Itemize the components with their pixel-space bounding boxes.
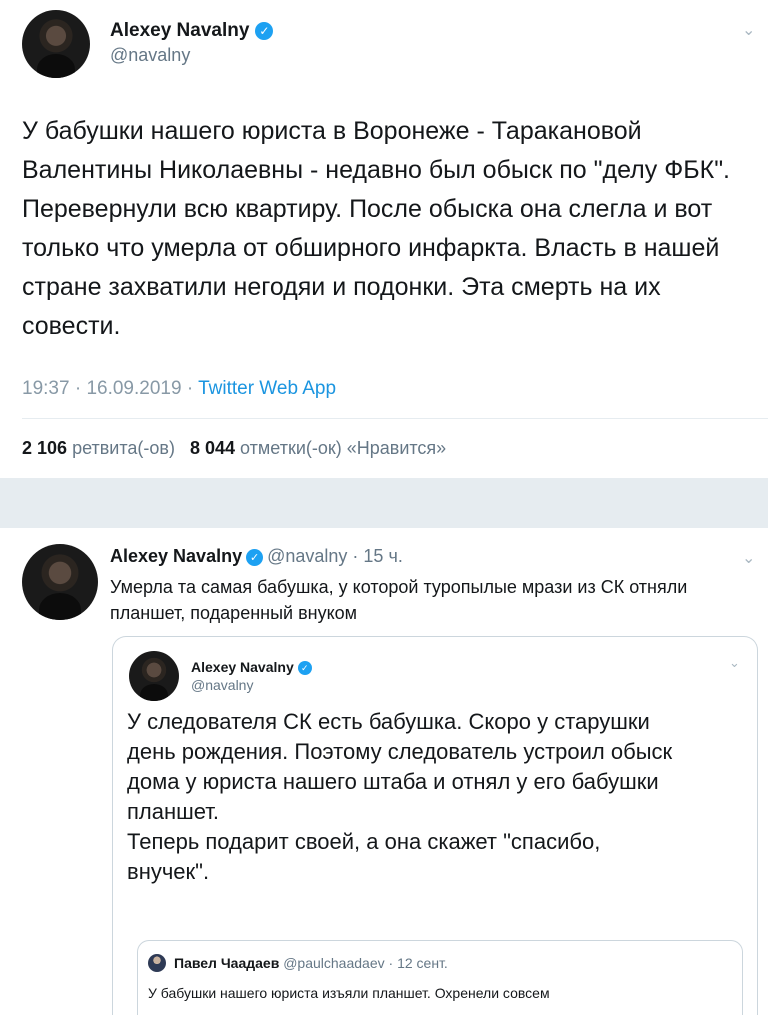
- likes-count: 8 044: [189, 438, 236, 458]
- retweets-count: 2 106: [22, 438, 68, 458]
- tweet-age: 12 сент.: [397, 955, 448, 971]
- tweet-text-line: внучек".: [127, 859, 210, 884]
- section-separator: [0, 478, 768, 528]
- retweets-label: ретвита(-ов): [72, 438, 175, 458]
- author-handle: @navalny: [191, 677, 254, 693]
- chevron-down-icon[interactable]: ⌄: [742, 548, 755, 568]
- avatar[interactable]: [22, 544, 98, 620]
- tweet-text-line: Теперь подарит своей, а она скажет "спас…: [127, 829, 601, 854]
- tweet-header: Павел Чаадаев @paulchaadaev · 12 сент.: [174, 955, 448, 971]
- tweet-text-line: планшет.: [127, 799, 220, 824]
- meta-separator: ·: [186, 378, 199, 399]
- verified-badge-icon: ✓: [246, 548, 264, 566]
- tweet-text: У бабушки нашего юриста изъяли планшет. …: [148, 985, 550, 1001]
- tweet-text: У следователя СК есть бабушка. Скоро у с…: [127, 707, 747, 887]
- retweets-stat[interactable]: 2 106 ретвита(-ов): [22, 438, 175, 458]
- author-handle[interactable]: @navalny: [267, 546, 347, 566]
- nested-quoted-tweet-card[interactable]: Павел Чаадаев @paulchaadaev · 12 сент. У…: [137, 940, 743, 1015]
- author-name[interactable]: Alexey Navalny ✓: [110, 20, 274, 42]
- verified-badge-icon: ✓: [255, 21, 274, 40]
- tweet-date[interactable]: 16.09.2019: [86, 378, 181, 399]
- tweet-text-line: дома у юриста нашего штаба и отнял у его…: [127, 769, 659, 794]
- avatar[interactable]: [22, 10, 90, 78]
- tweet-text-line: У следователя СК есть бабушка. Скоро у с…: [127, 709, 650, 734]
- divider: [22, 418, 768, 419]
- tweet-text-line: день рождения. Поэтому следователь устро…: [127, 739, 673, 764]
- meta-separator: ·: [347, 546, 364, 566]
- tweet-time[interactable]: 19:37: [22, 378, 70, 399]
- likes-stat[interactable]: 8 044 отметки(-ок) «Нравится»: [190, 438, 446, 458]
- author-name[interactable]: Alexey Navalny: [110, 546, 242, 566]
- avatar: [148, 954, 166, 972]
- author-name-text[interactable]: Alexey Navalny: [110, 20, 249, 41]
- author-name: Павел Чаадаев: [174, 955, 280, 971]
- chevron-down-icon[interactable]: ⌄: [742, 20, 755, 40]
- chevron-down-icon[interactable]: ⌄: [729, 655, 740, 671]
- meta-separator: ·: [74, 378, 87, 399]
- tweet-stats: 2 106 ретвита(-ов) 8 044 отметки(-ок) «Н…: [22, 438, 446, 459]
- meta-separator: ·: [384, 955, 398, 971]
- avatar: [129, 651, 179, 701]
- author-name: Alexey Navalny ✓: [191, 659, 312, 676]
- tweet-meta: 19:37 · 16.09.2019 · Twitter Web App: [22, 378, 336, 400]
- tweet-text: У бабушки нашего юриста в Воронеже - Тар…: [22, 117, 731, 340]
- quoted-tweet-card[interactable]: Alexey Navalny ✓ @navalny ⌄ У следователя…: [112, 636, 758, 1015]
- tweet-text: Умерла та самая бабушка, у которой туроп…: [110, 577, 688, 623]
- tweet-header: Alexey Navalny ✓ @navalny · 15 ч.: [110, 546, 403, 567]
- tweet-source-link[interactable]: Twitter Web App: [198, 378, 336, 399]
- author-handle[interactable]: @navalny: [110, 45, 190, 66]
- author-handle: @paulchaadaev: [283, 955, 385, 971]
- verified-badge-icon: ✓: [297, 661, 312, 676]
- likes-label: отметки(-ок) «Нравится»: [240, 438, 447, 458]
- author-name-text: Alexey Navalny: [191, 659, 294, 675]
- tweet-age[interactable]: 15 ч.: [363, 546, 402, 566]
